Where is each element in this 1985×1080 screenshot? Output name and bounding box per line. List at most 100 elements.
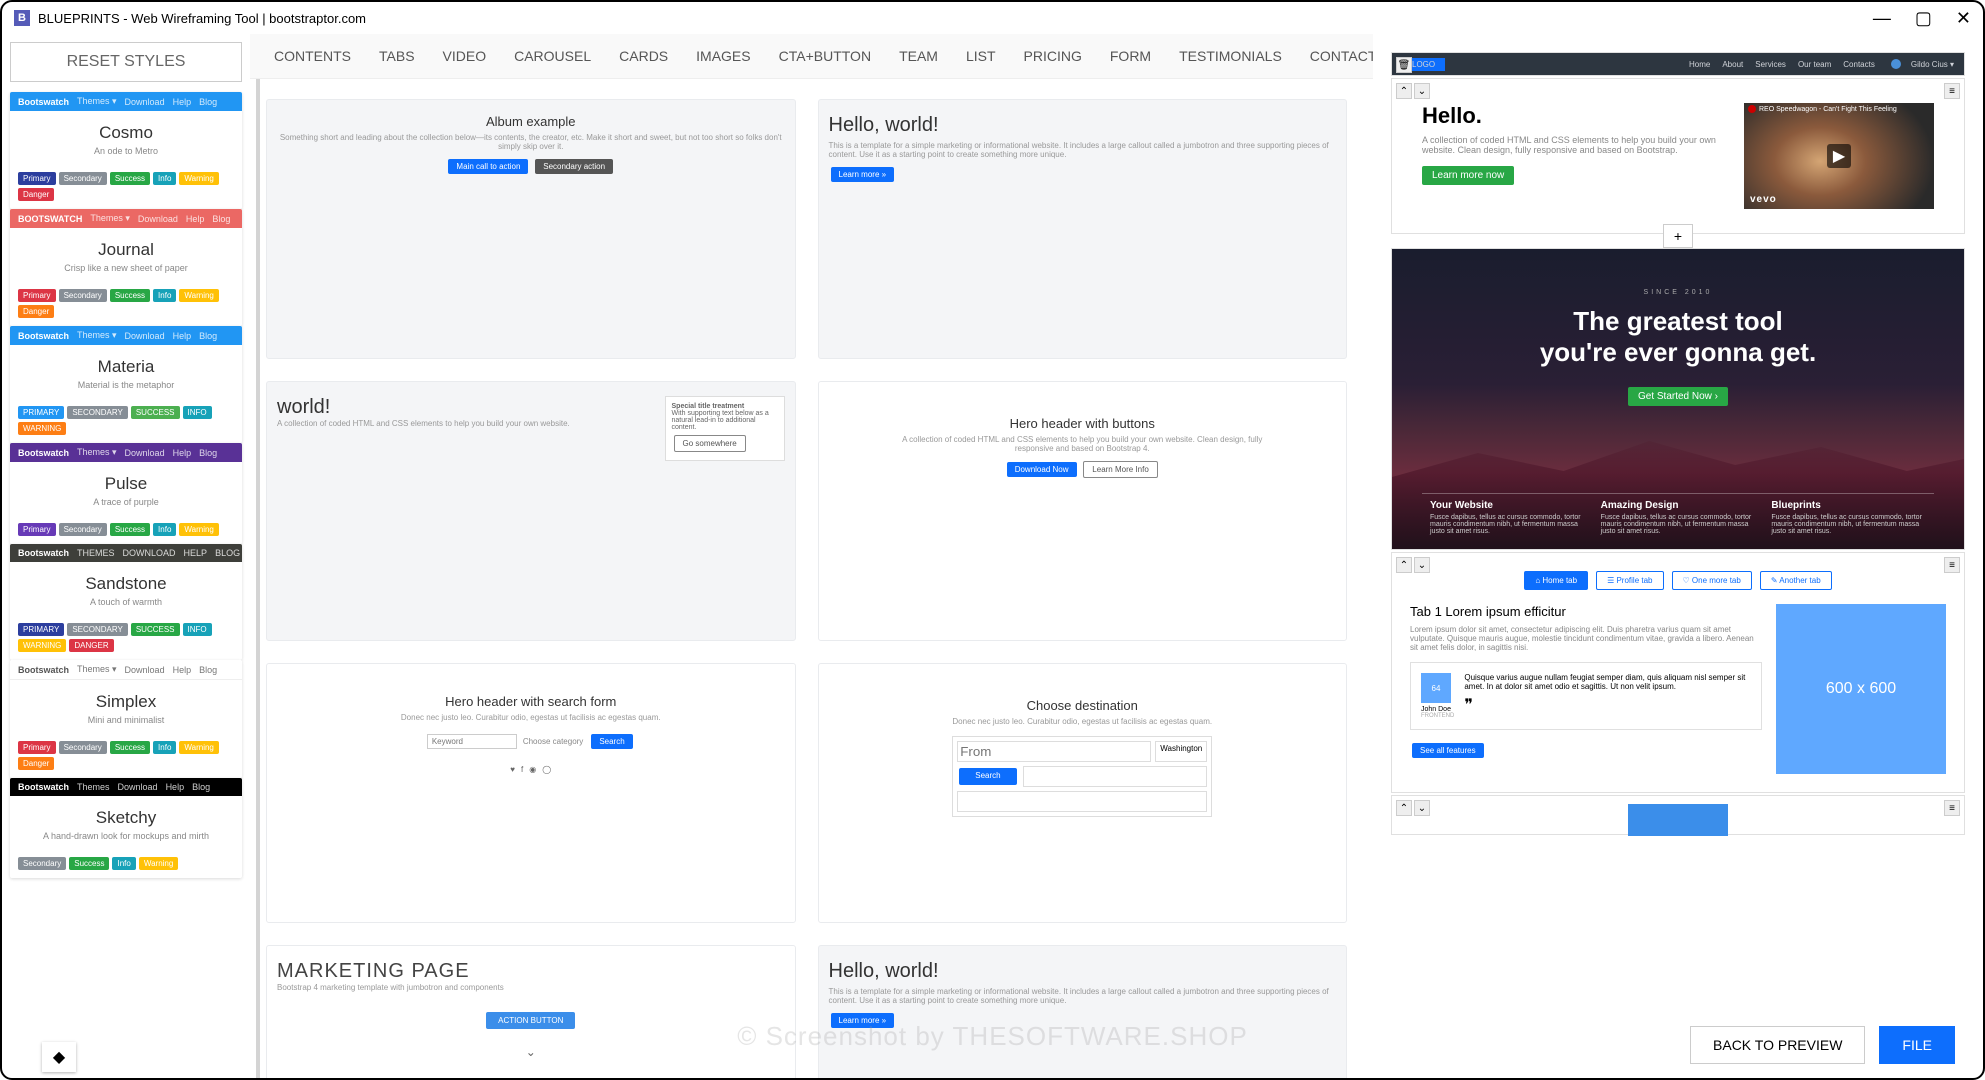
theme-card-pulse[interactable]: Bootswatch Themes ▾ Download Help Blog P…: [10, 443, 242, 544]
add-block-button[interactable]: +: [1663, 224, 1693, 248]
search-cat: Choose category: [523, 737, 583, 746]
dest-to: Washington: [1155, 741, 1207, 762]
themes-sidebar: RESET STYLES Bootswatch Themes ▾ Downloa…: [2, 34, 250, 1078]
badge: Warning: [179, 172, 219, 185]
dest-from: [957, 741, 1151, 762]
tab-pill[interactable]: ♡ One more tab: [1672, 571, 1752, 590]
move-up-button[interactable]: ⌃: [1396, 800, 1412, 816]
badge: Success: [110, 289, 150, 302]
testimonial-card: 64 John Doe FRONTEND Quisque varius augu…: [1410, 662, 1762, 730]
nav-item-pricing[interactable]: PRICING: [1024, 48, 1082, 64]
hello-world-card-1[interactable]: Hello, world! This is a template for a s…: [818, 99, 1348, 359]
badge: Info: [153, 172, 176, 185]
reset-styles-button[interactable]: RESET STYLES: [10, 42, 242, 82]
tab-pill[interactable]: ✎ Another tab: [1760, 571, 1832, 590]
theme-card-cosmo[interactable]: Bootswatch Themes ▾ Download Help Blog C…: [10, 92, 242, 209]
nav-item-tabs[interactable]: TABS: [379, 48, 415, 64]
nav-item-ctabutton[interactable]: CTA+BUTTON: [779, 48, 871, 64]
theme-tagline: Mini and minimalist: [18, 715, 234, 725]
mt-get-started-btn[interactable]: Get Started Now ›: [1628, 387, 1728, 406]
canvas-hero-btn[interactable]: Learn more now: [1422, 166, 1514, 185]
move-up-button[interactable]: ⌃: [1396, 557, 1412, 573]
hello-world-card-2[interactable]: Hello, world! This is a template for a s…: [818, 945, 1348, 1078]
brush-tool-button[interactable]: ◆: [42, 1042, 76, 1072]
badge: Danger: [18, 188, 54, 201]
badge: DANGER: [69, 639, 113, 652]
badge: Success: [110, 741, 150, 754]
nav-item-carousel[interactable]: CAROUSEL: [514, 48, 591, 64]
badge: WARNING: [18, 639, 66, 652]
avatar-icon: 64: [1421, 673, 1451, 703]
world-panel-card[interactable]: Special title treatment With supporting …: [266, 381, 796, 641]
canvas-mountain-block[interactable]: ⌃⌄ ≡ SINCE 2010 The greatest tool you're…: [1391, 248, 1965, 550]
back-to-preview-button[interactable]: BACK TO PREVIEW: [1690, 1026, 1865, 1064]
theme-card-simplex[interactable]: Bootswatch Themes ▾ Download Help Blog S…: [10, 660, 242, 778]
theme-card-sandstone[interactable]: Bootswatch THEMES DOWNLOAD HELP BLOG San…: [10, 544, 242, 660]
hero-search-card[interactable]: Hero header with search form Donec nec j…: [266, 663, 796, 923]
tab-pill[interactable]: ⌂ Home tab: [1524, 571, 1588, 590]
choose-destination-card[interactable]: Choose destination Donec nec justo leo. …: [818, 663, 1348, 923]
badge: PRIMARY: [18, 406, 64, 419]
badge: Info: [112, 857, 135, 870]
video-thumbnail[interactable]: REO Speedwagon - Can't Fight This Feelin…: [1744, 103, 1934, 209]
canvas-navbar-block[interactable]: 🗑 LOGO HomeAboutServicesOur teamContacts…: [1391, 52, 1965, 76]
vevo-logo: vevo: [1750, 194, 1777, 205]
theme-name: Materia: [18, 357, 234, 377]
hello2-title: Hello, world!: [829, 960, 1337, 983]
canvas-partial-block[interactable]: ⌃⌄ ≡: [1391, 795, 1965, 835]
testi-text: Quisque varius augue nullam feugiat semp…: [1464, 673, 1751, 691]
feature-column: BlueprintsFusce dapibus, tellus ac cursu…: [1763, 493, 1934, 535]
see-features-btn[interactable]: See all features: [1412, 743, 1484, 758]
hero-buttons-card[interactable]: Hero header with buttons A collection of…: [818, 381, 1348, 641]
tab-pill[interactable]: ☰ Profile tab: [1596, 571, 1663, 590]
nav-item-video[interactable]: VIDEO: [443, 48, 487, 64]
theme-tagline: Crisp like a new sheet of paper: [18, 263, 234, 273]
app-icon: B: [14, 10, 30, 26]
tab-content-title: Tab 1 Lorem ipsum efficitur: [1410, 604, 1762, 619]
theme-card-journal[interactable]: BOOTSWATCH Themes ▾ Download Help Blog J…: [10, 209, 242, 326]
tabs-menu-button[interactable]: ≡: [1944, 557, 1960, 573]
theme-name: Pulse: [18, 474, 234, 494]
file-button[interactable]: FILE: [1879, 1026, 1955, 1064]
marketing-page-card[interactable]: MARKETING PAGE Bootstrap 4 marketing tem…: [266, 945, 796, 1078]
marketing-title: MARKETING PAGE: [277, 960, 785, 983]
badge: Secondary: [18, 857, 66, 870]
theme-card-materia[interactable]: Bootswatch Themes ▾ Download Help Blog M…: [10, 326, 242, 443]
nav-item-form[interactable]: FORM: [1110, 48, 1151, 64]
nav-item-contents[interactable]: CONTENTS: [274, 48, 351, 64]
canvas-hero-block[interactable]: ⌃⌄ ≡ Hello. A collection of coded HTML a…: [1391, 78, 1965, 234]
delete-block-button[interactable]: 🗑: [1396, 57, 1412, 73]
theme-tagline: A trace of purple: [18, 497, 234, 507]
hero-menu-button[interactable]: ≡: [1944, 83, 1960, 99]
hello2-sub: This is a template for a simple marketin…: [829, 987, 1337, 1005]
partial-menu-button[interactable]: ≡: [1944, 800, 1960, 816]
nav-item-cards[interactable]: CARDS: [619, 48, 668, 64]
special-title-panel: Special title treatment With supporting …: [665, 396, 785, 461]
theme-name: Cosmo: [18, 123, 234, 143]
nav-item-images[interactable]: IMAGES: [696, 48, 750, 64]
canvas-hero-sub: A collection of coded HTML and CSS eleme…: [1422, 135, 1730, 155]
move-down-button[interactable]: ⌄: [1414, 557, 1430, 573]
hello1-sub: This is a template for a simple marketin…: [829, 141, 1337, 159]
canvas-tabs-block[interactable]: ⌃⌄ ≡ ⌂ Home tab ☰ Profile tab ♡ One more t…: [1391, 552, 1965, 793]
maximize-icon[interactable]: ▢: [1915, 8, 1932, 29]
badge: SECONDARY: [67, 623, 128, 636]
move-down-button[interactable]: ⌄: [1414, 800, 1430, 816]
close-icon[interactable]: ✕: [1956, 8, 1971, 29]
nav-item-testimonials[interactable]: TESTIMONIALS: [1179, 48, 1282, 64]
move-down-button[interactable]: ⌄: [1414, 83, 1430, 99]
album-example-card[interactable]: Album example Something short and leadin…: [266, 99, 796, 359]
nav-item-team[interactable]: TEAM: [899, 48, 938, 64]
theme-card-sketchy[interactable]: Bootswatch Themes Download Help Blog Ske…: [10, 778, 242, 878]
nav-link: Home: [1689, 60, 1710, 69]
partial-button: [1628, 804, 1728, 836]
component-gallery: Album example Something short and leadin…: [256, 79, 1373, 1078]
nav-item-list[interactable]: LIST: [966, 48, 996, 64]
move-up-button[interactable]: ⌃: [1396, 83, 1412, 99]
theme-header: Bootswatch Themes ▾ Download Help Blog: [10, 92, 242, 111]
category-nav: CONTENTS TABS VIDEO CAROUSEL CARDS IMAGES CTA+…: [250, 34, 1373, 79]
herobuttons-btn2: Learn More Info: [1083, 461, 1157, 478]
badge: Primary: [18, 172, 56, 185]
minimize-icon[interactable]: —: [1873, 8, 1891, 29]
nav-item-contact[interactable]: CONTACT: [1310, 48, 1373, 64]
